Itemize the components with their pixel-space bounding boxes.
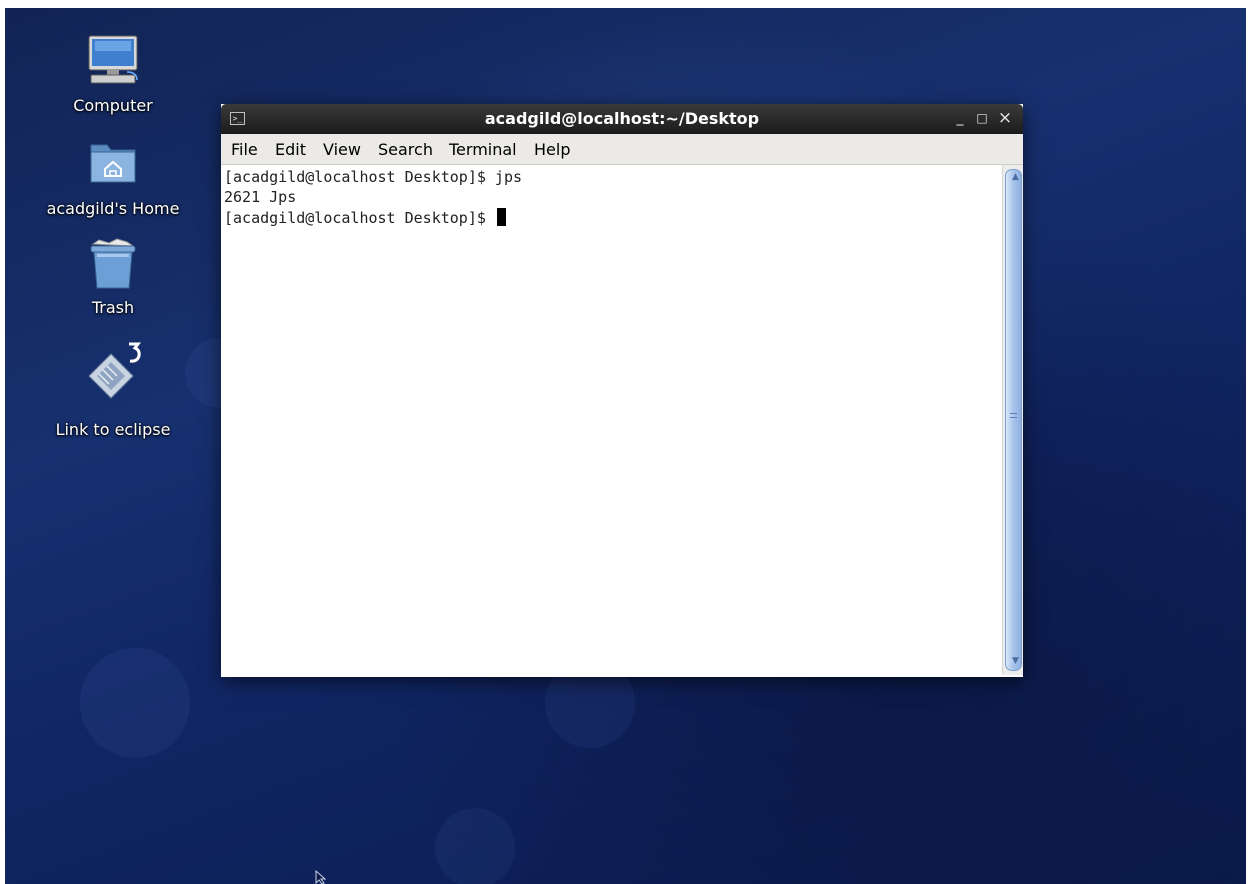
menu-search[interactable]: Search: [378, 140, 433, 159]
minimize-button[interactable]: _: [951, 109, 969, 127]
menu-file[interactable]: File: [231, 140, 258, 159]
desktop-background: Computer acadgild's Home Trash Link to e…: [5, 8, 1246, 884]
desktop-icon-home[interactable]: acadgild's Home: [33, 135, 193, 218]
trash-icon: [83, 234, 143, 294]
desktop-icon-label: Computer: [73, 96, 153, 115]
desktop-icon-label: Link to eclipse: [55, 420, 171, 439]
window-titlebar[interactable]: >_ acadgild@localhost:~/Desktop _ □ ×: [221, 104, 1023, 134]
desktop-icon-eclipse-link[interactable]: Link to eclipse: [33, 342, 193, 439]
desktop-icon-trash[interactable]: Trash: [33, 234, 193, 317]
computer-icon: [83, 32, 143, 92]
vertical-scrollbar[interactable]: ▲ ▼: [1002, 165, 1023, 675]
maximize-button[interactable]: □: [973, 109, 991, 127]
terminal-window[interactable]: >_ acadgild@localhost:~/Desktop _ □ × Fi…: [221, 104, 1023, 677]
mouse-pointer-icon: [315, 870, 327, 884]
desktop-icon-label: Trash: [91, 298, 135, 317]
grip-icon: [1010, 413, 1017, 418]
home-folder-icon: [83, 135, 143, 195]
menu-edit[interactable]: Edit: [275, 140, 306, 159]
scroll-up-icon[interactable]: ▲: [1008, 170, 1023, 185]
scrollbar-thumb[interactable]: ▲ ▼: [1005, 169, 1022, 671]
menu-help[interactable]: Help: [534, 140, 570, 159]
close-button[interactable]: ×: [996, 109, 1014, 127]
desktop-icon-computer[interactable]: Computer: [33, 32, 193, 115]
bokeh-decoration: [80, 648, 190, 758]
window-title: acadgild@localhost:~/Desktop: [484, 109, 760, 128]
terminal-line: [acadgild@localhost Desktop]$ jps: [224, 168, 523, 186]
eclipse-link-icon: [83, 342, 143, 402]
menu-bar: File Edit View Search Terminal Help: [221, 134, 1023, 165]
scroll-down-icon[interactable]: ▼: [1008, 654, 1023, 669]
menu-terminal[interactable]: Terminal: [449, 140, 517, 159]
menu-view[interactable]: View: [323, 140, 361, 159]
terminal-prompt: [acadgild@localhost Desktop]$: [224, 209, 495, 227]
bokeh-decoration: [435, 808, 515, 884]
terminal-prompt-line: [acadgild@localhost Desktop]$: [224, 208, 506, 228]
terminal-line: 2621 Jps: [224, 188, 297, 206]
text-cursor: [496, 208, 506, 226]
desktop-icon-label: acadgild's Home: [46, 199, 180, 218]
terminal-output[interactable]: [acadgild@localhost Desktop]$ jps 2621 J…: [222, 165, 1001, 675]
